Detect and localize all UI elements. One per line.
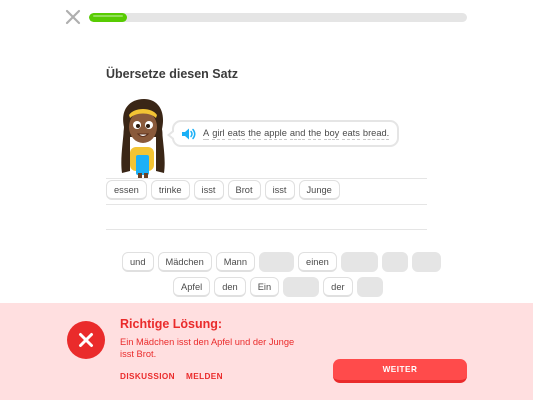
page-title: Übersetze diesen Satz bbox=[106, 67, 238, 81]
word-bank-tile[interactable]: und bbox=[122, 252, 154, 272]
sentence-word[interactable]: eats bbox=[342, 127, 360, 140]
word-bank-tile[interactable]: Apfel bbox=[173, 277, 211, 297]
answer-area: essen trinke isst Brot isst Junge bbox=[106, 180, 340, 200]
feedback-footer: Richtige Lösung: Ein Mädchen isst den Ap… bbox=[0, 303, 533, 400]
sentence-word[interactable]: girl bbox=[212, 127, 225, 140]
result-badge bbox=[67, 321, 105, 359]
word-bank-tile[interactable]: Ein bbox=[249, 277, 280, 297]
character-illustration bbox=[121, 99, 165, 179]
error-x-icon bbox=[79, 333, 93, 347]
sentence-word[interactable]: bread. bbox=[362, 127, 390, 140]
report-link[interactable]: MELDEN bbox=[186, 372, 223, 381]
answer-tile[interactable]: Brot bbox=[227, 180, 261, 200]
discuss-link[interactable]: DISKUSSION bbox=[120, 372, 175, 381]
word-bank-tile[interactable]: Mann bbox=[215, 252, 256, 272]
sentence-word[interactable]: A bbox=[203, 127, 210, 140]
sentence-word[interactable]: and bbox=[289, 127, 306, 140]
word-bank-tile-placeholder bbox=[259, 252, 295, 272]
speaker-button[interactable] bbox=[181, 127, 197, 141]
progress-bar-fill bbox=[89, 13, 127, 22]
source-sentence: Agirl eats the apple and the boy eats bread. bbox=[203, 127, 390, 140]
sentence-word[interactable]: boy bbox=[324, 127, 340, 140]
continue-button[interactable]: WEITER bbox=[333, 359, 467, 383]
correct-solution-text: Ein Mädchen isst den Apfel und der Junge… bbox=[120, 337, 295, 359]
word-bank-tile[interactable]: einen bbox=[298, 252, 337, 272]
sentence-word[interactable]: eats bbox=[227, 127, 246, 140]
word-bank-tile-placeholder bbox=[356, 277, 383, 297]
sentence-word[interactable]: the bbox=[248, 127, 262, 140]
answer-tile[interactable]: trinke bbox=[150, 180, 190, 200]
word-bank-tile-placeholder bbox=[283, 277, 320, 297]
speaker-icon[interactable] bbox=[181, 127, 197, 141]
answer-tile[interactable]: Junge bbox=[298, 180, 340, 200]
answer-tile[interactable]: isst bbox=[264, 180, 295, 200]
sentence-word[interactable]: apple bbox=[264, 127, 287, 140]
close-icon[interactable] bbox=[64, 8, 82, 26]
word-bank-tile-placeholder bbox=[340, 252, 378, 272]
answer-line-bottom bbox=[106, 229, 427, 230]
answer-line-middle bbox=[106, 204, 427, 205]
progress-bar bbox=[89, 13, 467, 22]
sentence-bubble: Agirl eats the apple and the boy eats bread. bbox=[166, 120, 400, 147]
result-title: Richtige Lösung: bbox=[120, 317, 223, 331]
answer-tile[interactable]: essen bbox=[106, 180, 147, 200]
answer-tile[interactable]: isst bbox=[193, 180, 224, 200]
sentence-word[interactable]: the bbox=[308, 127, 322, 140]
word-bank-tile[interactable]: den bbox=[214, 277, 246, 297]
word-bank-tile[interactable]: der bbox=[323, 277, 353, 297]
answer-line-top bbox=[106, 178, 427, 179]
word-bank-tile-placeholder bbox=[411, 252, 441, 272]
word-bank-tile-placeholder bbox=[381, 252, 408, 272]
word-bank-row-2: Apfel den Ein der bbox=[173, 277, 383, 297]
word-bank-tile[interactable]: Mädchen bbox=[157, 252, 212, 272]
word-bank-row-1: und Mädchen Mann einen bbox=[122, 252, 441, 272]
close-button[interactable] bbox=[64, 8, 82, 26]
